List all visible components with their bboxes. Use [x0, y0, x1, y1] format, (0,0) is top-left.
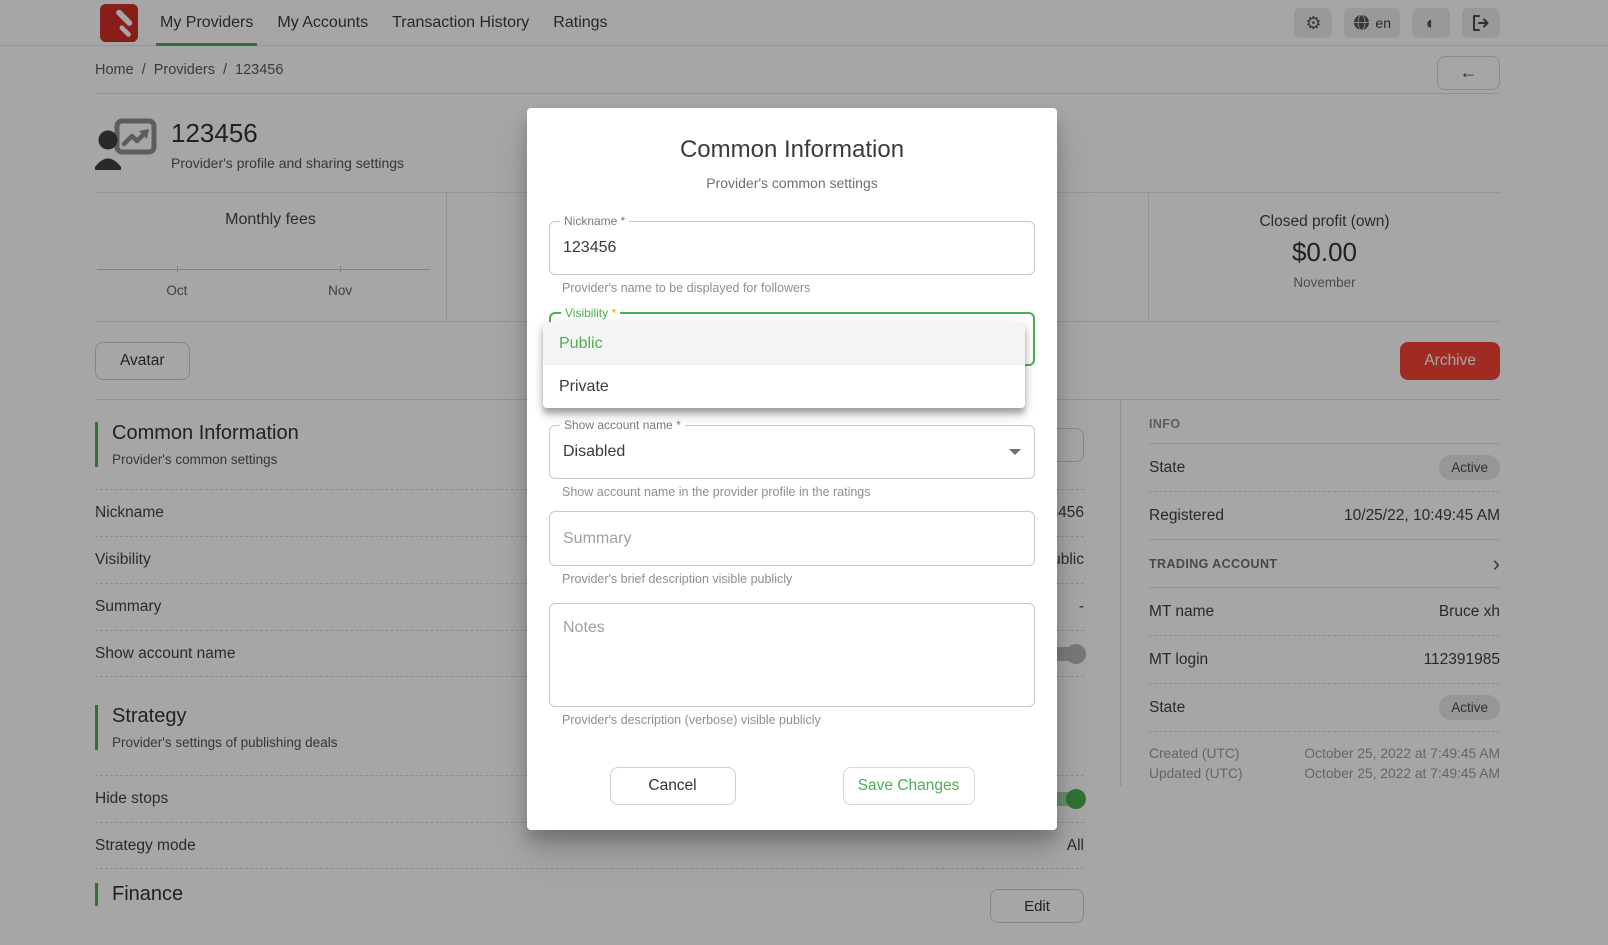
nickname-helper-text: Provider's name to be displayed for foll…	[562, 281, 1035, 295]
summary-placeholder: Summary	[563, 530, 631, 548]
common-information-dialog: Common Information Provider's common set…	[527, 108, 1057, 830]
summary-field[interactable]: Summary	[549, 511, 1035, 566]
show-account-name-select-value: Disabled	[563, 443, 625, 461]
required-asterisk: *	[611, 306, 616, 320]
visibility-select-label: Visibility *	[561, 306, 620, 320]
summary-helper-text: Provider's brief description visible pub…	[562, 572, 1035, 586]
nickname-field-label: Nickname *	[560, 214, 629, 228]
visibility-option-public[interactable]: Public	[543, 322, 1025, 365]
select-arrow-icon	[1009, 449, 1021, 455]
dialog-buttons: Cancel Save Changes	[549, 767, 1035, 805]
notes-placeholder: Notes	[563, 619, 605, 637]
cancel-button[interactable]: Cancel	[610, 767, 736, 805]
notes-helper-text: Provider's description (verbose) visible…	[562, 713, 1035, 727]
nickname-field[interactable]: Nickname * 123456	[549, 221, 1035, 275]
show-account-name-select-label: Show account name *	[560, 418, 685, 432]
page: My Providers My Accounts Transaction His…	[0, 0, 1608, 945]
show-account-name-helper-text: Show account name in the provider profil…	[562, 485, 1035, 499]
save-changes-button[interactable]: Save Changes	[843, 767, 975, 805]
nickname-field-value: 123456	[563, 239, 616, 257]
show-account-name-select[interactable]: Show account name * Disabled	[549, 425, 1035, 479]
dialog-title: Common Information	[549, 136, 1035, 164]
visibility-dropdown-menu: Public Private	[543, 322, 1025, 408]
dialog-subtitle: Provider's common settings	[549, 175, 1035, 191]
notes-field[interactable]: Notes	[549, 603, 1035, 707]
visibility-option-private[interactable]: Private	[543, 365, 1025, 408]
